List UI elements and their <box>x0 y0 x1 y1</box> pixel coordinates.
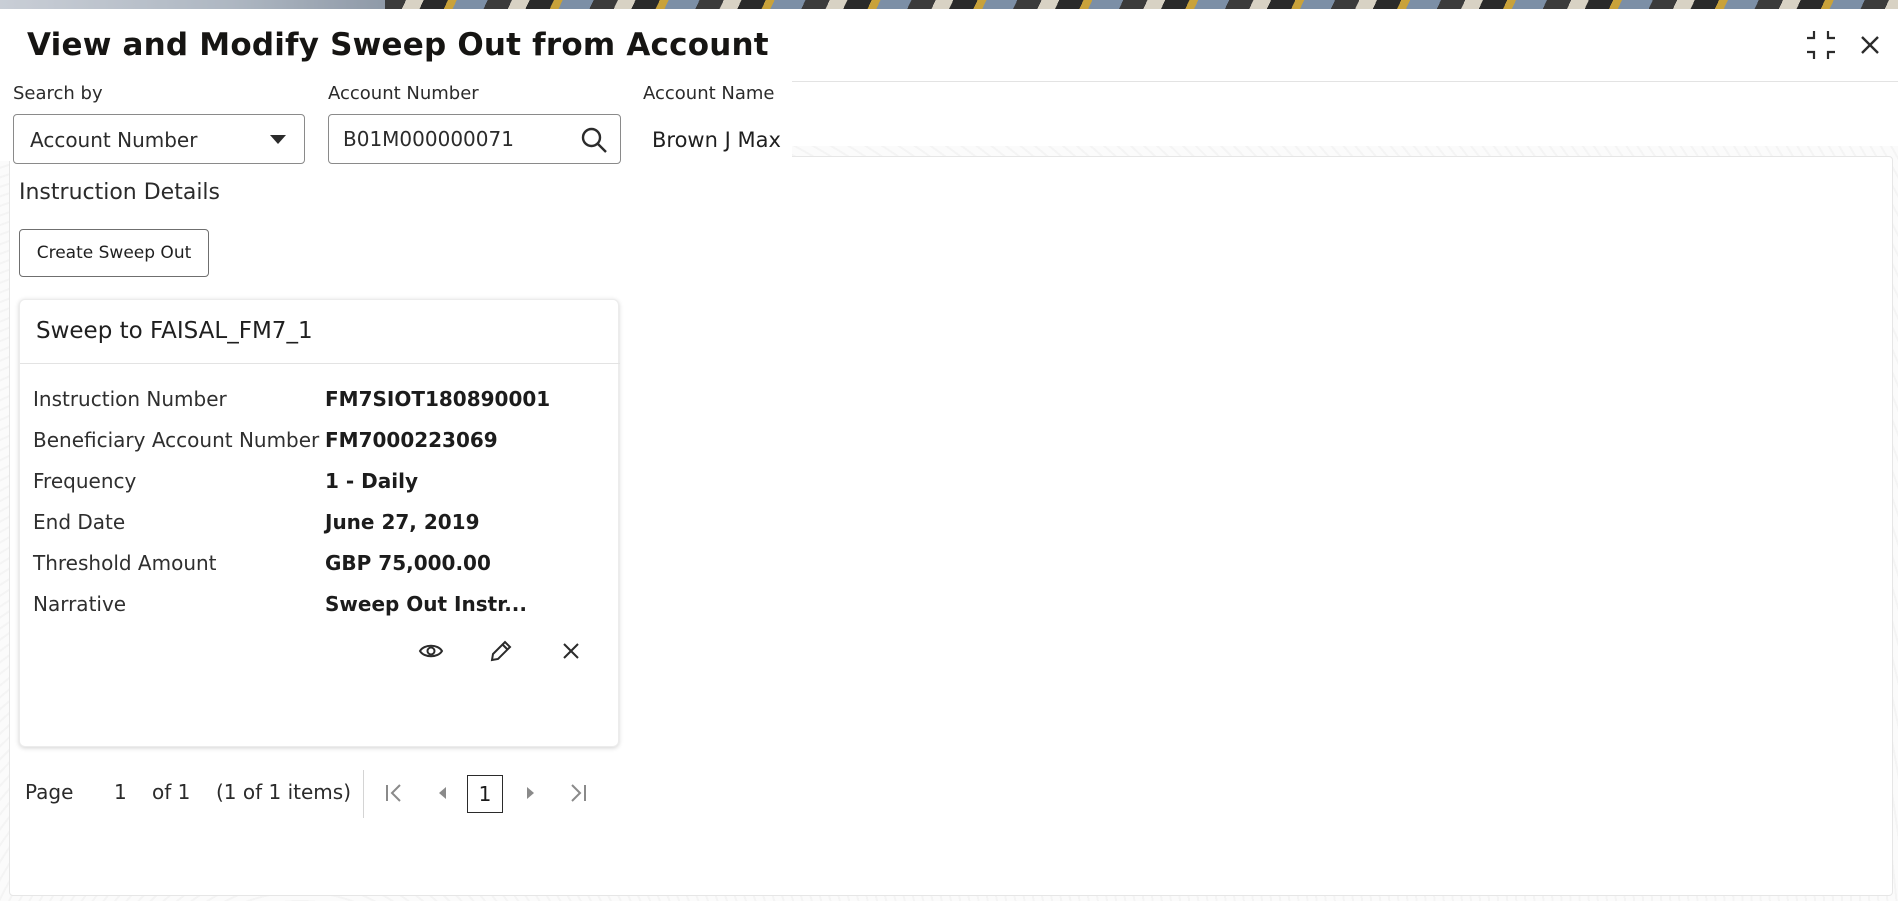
account-number-label: Account Number <box>328 83 479 104</box>
beneficiary-account-label: Beneficiary Account Number <box>33 428 320 452</box>
pagination: Page 1 of 1 (1 of 1 items) 1 <box>0 770 620 820</box>
top-banner-gap <box>0 0 385 9</box>
close-icon[interactable] <box>1853 28 1887 62</box>
card-title: Sweep to FAISAL_FM7_1 <box>36 318 313 344</box>
section-title: Instruction Details <box>19 180 221 205</box>
search-icon[interactable] <box>580 126 608 154</box>
edit-icon[interactable] <box>488 638 514 664</box>
account-number-input[interactable] <box>343 124 563 154</box>
collapse-icon[interactable] <box>1804 28 1838 62</box>
instruction-number-value: FM7SIOT180890001 <box>325 387 551 411</box>
end-date-value: June 27, 2019 <box>325 510 480 534</box>
window-header: View and Modify Sweep Out from Account <box>0 9 1898 82</box>
last-page-icon[interactable] <box>563 778 593 808</box>
search-by-select[interactable]: Account Number <box>13 114 305 164</box>
beneficiary-account-value: FM7000223069 <box>325 428 498 452</box>
delete-icon[interactable] <box>558 638 584 664</box>
instruction-number-label: Instruction Number <box>33 387 227 411</box>
previous-page-icon[interactable] <box>428 778 458 808</box>
narrative-label: Narrative <box>33 592 127 616</box>
account-number-field <box>328 114 621 164</box>
next-page-icon[interactable] <box>515 778 545 808</box>
card-divider <box>20 363 620 364</box>
view-icon[interactable] <box>418 638 444 664</box>
threshold-amount-label: Threshold Amount <box>33 551 217 575</box>
items-count-label: (1 of 1 items) <box>216 780 352 804</box>
search-by-value: Account Number <box>30 128 198 152</box>
page-number[interactable]: 1 <box>114 780 127 804</box>
page-label: Page <box>25 780 74 804</box>
page-title: View and Modify Sweep Out from Account <box>27 27 769 63</box>
narrative-value: Sweep Out Instr... <box>325 592 528 616</box>
frequency-value: 1 - Daily <box>325 469 418 493</box>
end-date-label: End Date <box>33 510 126 534</box>
page-count-label: of 1 <box>152 780 191 804</box>
instruction-card: Sweep to FAISAL_FM7_1 Instruction Number… <box>19 299 620 747</box>
first-page-icon[interactable] <box>379 778 409 808</box>
account-name-label: Account Name <box>643 83 775 104</box>
frequency-label: Frequency <box>33 469 137 493</box>
search-by-label: Search by <box>13 83 103 104</box>
current-page-button[interactable]: 1 <box>467 775 503 813</box>
create-sweep-out-button[interactable]: Create Sweep Out <box>19 229 209 277</box>
threshold-amount-value: GBP 75,000.00 <box>325 551 491 575</box>
account-name-value: Brown J Max <box>652 128 781 152</box>
chevron-down-icon <box>270 135 286 144</box>
pagination-divider <box>363 770 364 818</box>
